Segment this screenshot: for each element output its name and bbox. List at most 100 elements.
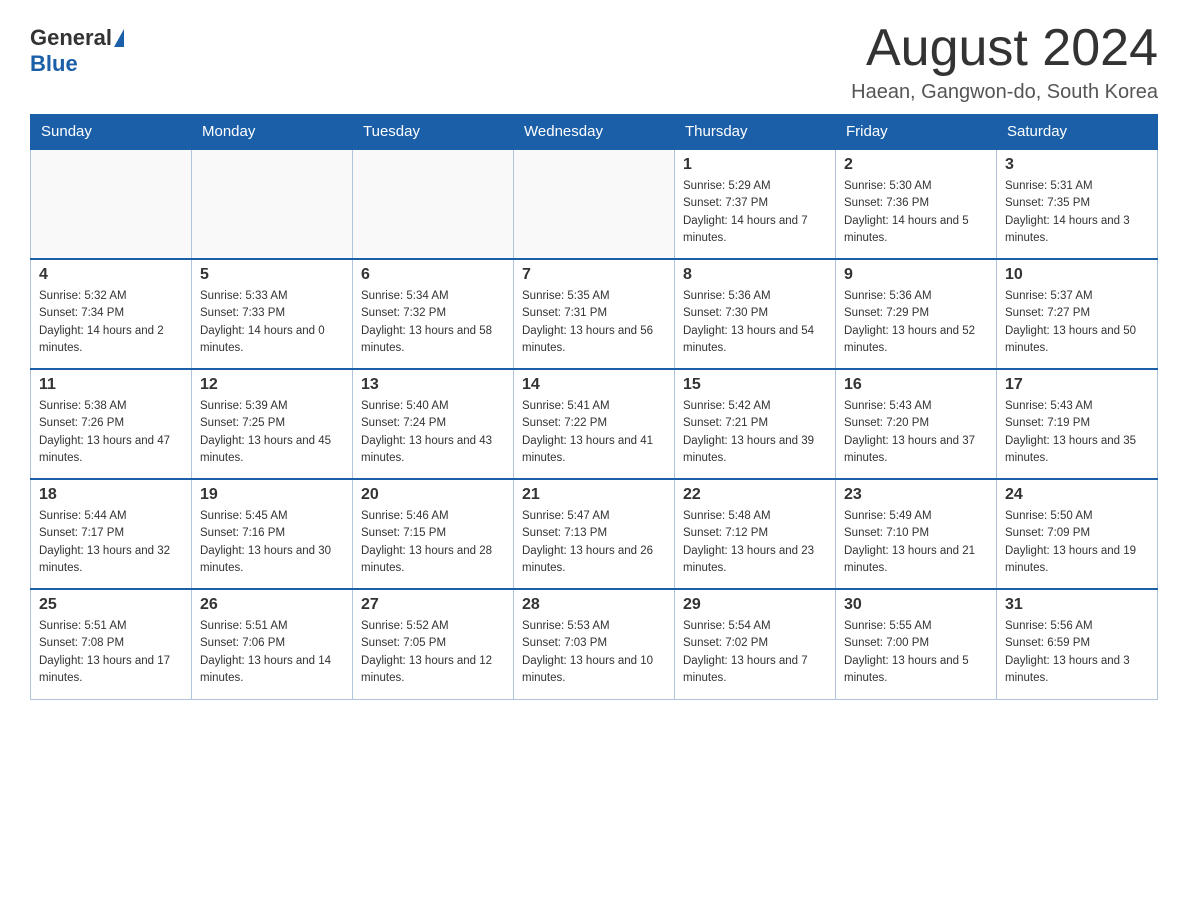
calendar-cell-w4-d6: 23 Sunrise: 5:49 AMSunset: 7:10 PMDayligh… bbox=[836, 479, 997, 589]
calendar-cell-w4-d2: 19 Sunrise: 5:45 AMSunset: 7:16 PMDayligh… bbox=[192, 479, 353, 589]
calendar-table: Sunday Monday Tuesday Wednesday Thursday… bbox=[30, 114, 1158, 700]
day-number: 2 bbox=[844, 156, 988, 174]
calendar-header-row: Sunday Monday Tuesday Wednesday Thursday… bbox=[31, 115, 1158, 150]
calendar-week-2: 4 Sunrise: 5:32 AMSunset: 7:34 PMDaylight… bbox=[31, 259, 1158, 369]
calendar-cell-w5-d2: 26Sunrise: 5:51 AMSunset: 7:06 PMDayligh… bbox=[192, 589, 353, 699]
calendar-cell-w1-d6: 2 Sunrise: 5:30 AMSunset: 7:36 PMDaylight… bbox=[836, 149, 997, 259]
day-info: Sunrise: 5:48 AMSunset: 7:12 PMDaylight:… bbox=[683, 508, 827, 577]
day-info: Sunrise: 5:53 AMSunset: 7:03 PMDaylight:… bbox=[522, 618, 666, 687]
day-number: 31 bbox=[1005, 596, 1149, 614]
calendar-cell-w4-d7: 24Sunrise: 5:50 AMSunset: 7:09 PMDayligh… bbox=[997, 479, 1158, 589]
day-number: 20 bbox=[361, 486, 505, 504]
calendar-cell-w3-d6: 16Sunrise: 5:43 AMSunset: 7:20 PMDayligh… bbox=[836, 369, 997, 479]
day-number: 8 bbox=[683, 266, 827, 284]
calendar-cell-w3-d5: 15 Sunrise: 5:42 AMSunset: 7:21 PMDayligh… bbox=[675, 369, 836, 479]
day-info: Sunrise: 5:44 AMSunset: 7:17 PMDaylight:… bbox=[39, 508, 183, 577]
logo-triangle-icon bbox=[114, 29, 124, 47]
calendar-cell-w2-d5: 8 Sunrise: 5:36 AMSunset: 7:30 PMDaylight… bbox=[675, 259, 836, 369]
col-saturday: Saturday bbox=[997, 115, 1158, 150]
day-info: Sunrise: 5:47 AMSunset: 7:13 PMDaylight:… bbox=[522, 508, 666, 577]
logo-general-text: General bbox=[30, 25, 112, 51]
day-number: 17 bbox=[1005, 376, 1149, 394]
day-number: 5 bbox=[200, 266, 344, 284]
calendar-cell-w2-d3: 6Sunrise: 5:34 AMSunset: 7:32 PMDaylight… bbox=[353, 259, 514, 369]
calendar-cell-w5-d5: 29 Sunrise: 5:54 AMSunset: 7:02 PMDayligh… bbox=[675, 589, 836, 699]
calendar-week-5: 25 Sunrise: 5:51 AMSunset: 7:08 PMDayligh… bbox=[31, 589, 1158, 699]
calendar-cell-w4-d1: 18 Sunrise: 5:44 AMSunset: 7:17 PMDayligh… bbox=[31, 479, 192, 589]
calendar-cell-w1-d4 bbox=[514, 149, 675, 259]
page-header: General Blue August 2024 Haean, Gangwon-… bbox=[30, 20, 1158, 104]
day-number: 7 bbox=[522, 266, 666, 284]
calendar-cell-w3-d1: 11Sunrise: 5:38 AMSunset: 7:26 PMDayligh… bbox=[31, 369, 192, 479]
day-info: Sunrise: 5:39 AMSunset: 7:25 PMDaylight:… bbox=[200, 398, 344, 467]
day-number: 6 bbox=[361, 266, 505, 284]
day-info: Sunrise: 5:36 AMSunset: 7:30 PMDaylight:… bbox=[683, 288, 827, 357]
day-number: 10 bbox=[1005, 266, 1149, 284]
day-info: Sunrise: 5:33 AMSunset: 7:33 PMDaylight:… bbox=[200, 288, 344, 357]
day-number: 21 bbox=[522, 486, 666, 504]
day-number: 1 bbox=[683, 156, 827, 174]
col-sunday: Sunday bbox=[31, 115, 192, 150]
day-number: 29 bbox=[683, 596, 827, 614]
calendar-cell-w4-d4: 21 Sunrise: 5:47 AMSunset: 7:13 PMDayligh… bbox=[514, 479, 675, 589]
day-info: Sunrise: 5:31 AMSunset: 7:35 PMDaylight:… bbox=[1005, 178, 1149, 247]
day-number: 28 bbox=[522, 596, 666, 614]
calendar-week-1: 1 Sunrise: 5:29 AMSunset: 7:37 PMDaylight… bbox=[31, 149, 1158, 259]
day-info: Sunrise: 5:36 AMSunset: 7:29 PMDaylight:… bbox=[844, 288, 988, 357]
day-info: Sunrise: 5:52 AMSunset: 7:05 PMDaylight:… bbox=[361, 618, 505, 687]
col-monday: Monday bbox=[192, 115, 353, 150]
calendar-cell-w2-d4: 7 Sunrise: 5:35 AMSunset: 7:31 PMDaylight… bbox=[514, 259, 675, 369]
calendar-cell-w3-d7: 17 Sunrise: 5:43 AMSunset: 7:19 PMDayligh… bbox=[997, 369, 1158, 479]
day-info: Sunrise: 5:40 AMSunset: 7:24 PMDaylight:… bbox=[361, 398, 505, 467]
day-info: Sunrise: 5:37 AMSunset: 7:27 PMDaylight:… bbox=[1005, 288, 1149, 357]
calendar-cell-w3-d3: 13 Sunrise: 5:40 AMSunset: 7:24 PMDayligh… bbox=[353, 369, 514, 479]
calendar-cell-w2-d2: 5 Sunrise: 5:33 AMSunset: 7:33 PMDaylight… bbox=[192, 259, 353, 369]
day-info: Sunrise: 5:46 AMSunset: 7:15 PMDaylight:… bbox=[361, 508, 505, 577]
calendar-cell-w2-d1: 4 Sunrise: 5:32 AMSunset: 7:34 PMDaylight… bbox=[31, 259, 192, 369]
day-number: 18 bbox=[39, 486, 183, 504]
day-number: 26 bbox=[200, 596, 344, 614]
day-info: Sunrise: 5:49 AMSunset: 7:10 PMDaylight:… bbox=[844, 508, 988, 577]
day-number: 23 bbox=[844, 486, 988, 504]
day-info: Sunrise: 5:42 AMSunset: 7:21 PMDaylight:… bbox=[683, 398, 827, 467]
page-title: August 2024 bbox=[851, 20, 1158, 77]
day-info: Sunrise: 5:43 AMSunset: 7:19 PMDaylight:… bbox=[1005, 398, 1149, 467]
day-number: 27 bbox=[361, 596, 505, 614]
calendar-cell-w1-d1 bbox=[31, 149, 192, 259]
day-number: 3 bbox=[1005, 156, 1149, 174]
calendar-cell-w5-d3: 27 Sunrise: 5:52 AMSunset: 7:05 PMDayligh… bbox=[353, 589, 514, 699]
logo: General Blue bbox=[30, 25, 126, 77]
col-tuesday: Tuesday bbox=[353, 115, 514, 150]
col-wednesday: Wednesday bbox=[514, 115, 675, 150]
calendar-cell-w3-d4: 14Sunrise: 5:41 AMSunset: 7:22 PMDayligh… bbox=[514, 369, 675, 479]
day-info: Sunrise: 5:29 AMSunset: 7:37 PMDaylight:… bbox=[683, 178, 827, 247]
col-friday: Friday bbox=[836, 115, 997, 150]
day-info: Sunrise: 5:38 AMSunset: 7:26 PMDaylight:… bbox=[39, 398, 183, 467]
day-number: 13 bbox=[361, 376, 505, 394]
calendar-cell-w1-d7: 3 Sunrise: 5:31 AMSunset: 7:35 PMDaylight… bbox=[997, 149, 1158, 259]
calendar-cell-w1-d2 bbox=[192, 149, 353, 259]
day-info: Sunrise: 5:54 AMSunset: 7:02 PMDaylight:… bbox=[683, 618, 827, 687]
day-info: Sunrise: 5:41 AMSunset: 7:22 PMDaylight:… bbox=[522, 398, 666, 467]
day-info: Sunrise: 5:32 AMSunset: 7:34 PMDaylight:… bbox=[39, 288, 183, 357]
calendar-cell-w1-d5: 1 Sunrise: 5:29 AMSunset: 7:37 PMDaylight… bbox=[675, 149, 836, 259]
calendar-cell-w3-d2: 12Sunrise: 5:39 AMSunset: 7:25 PMDayligh… bbox=[192, 369, 353, 479]
calendar-cell-w2-d6: 9Sunrise: 5:36 AMSunset: 7:29 PMDaylight… bbox=[836, 259, 997, 369]
calendar-week-4: 18 Sunrise: 5:44 AMSunset: 7:17 PMDayligh… bbox=[31, 479, 1158, 589]
day-info: Sunrise: 5:35 AMSunset: 7:31 PMDaylight:… bbox=[522, 288, 666, 357]
calendar-cell-w5-d7: 31Sunrise: 5:56 AMSunset: 6:59 PMDayligh… bbox=[997, 589, 1158, 699]
day-number: 15 bbox=[683, 376, 827, 394]
day-number: 30 bbox=[844, 596, 988, 614]
day-number: 25 bbox=[39, 596, 183, 614]
calendar-cell-w5-d1: 25 Sunrise: 5:51 AMSunset: 7:08 PMDayligh… bbox=[31, 589, 192, 699]
calendar-cell-w5-d4: 28 Sunrise: 5:53 AMSunset: 7:03 PMDayligh… bbox=[514, 589, 675, 699]
calendar-cell-w2-d7: 10 Sunrise: 5:37 AMSunset: 7:27 PMDayligh… bbox=[997, 259, 1158, 369]
day-number: 19 bbox=[200, 486, 344, 504]
day-info: Sunrise: 5:45 AMSunset: 7:16 PMDaylight:… bbox=[200, 508, 344, 577]
day-number: 16 bbox=[844, 376, 988, 394]
day-info: Sunrise: 5:51 AMSunset: 7:08 PMDaylight:… bbox=[39, 618, 183, 687]
day-info: Sunrise: 5:30 AMSunset: 7:36 PMDaylight:… bbox=[844, 178, 988, 247]
day-number: 4 bbox=[39, 266, 183, 284]
title-area: August 2024 Haean, Gangwon-do, South Kor… bbox=[851, 20, 1158, 104]
calendar-cell-w4-d3: 20 Sunrise: 5:46 AMSunset: 7:15 PMDayligh… bbox=[353, 479, 514, 589]
